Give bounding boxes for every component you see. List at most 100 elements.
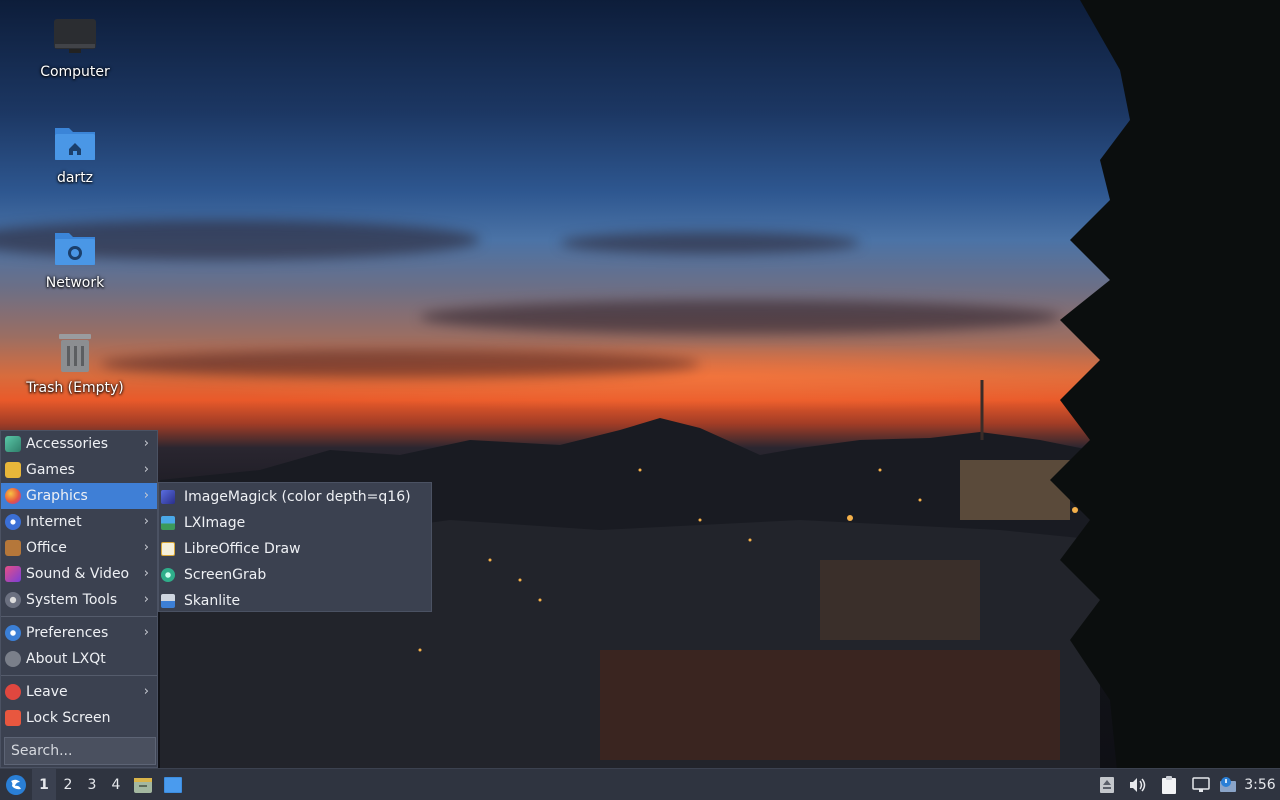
submenu-item-lximage[interactable]: LXImage [159,510,431,536]
chevron-right-icon: › [143,462,149,477]
chevron-right-icon: › [143,625,149,640]
lock-icon [5,710,21,726]
workspace-1-button[interactable]: 1 [32,768,56,800]
desktop-icon [164,776,182,793]
home-folder-icon [53,120,97,164]
menu-item-label: Lock Screen [26,710,111,726]
taskbar: 1 2 3 4 3:56 [0,768,1280,800]
workspace-label: 4 [111,776,121,793]
menu-separator [1,675,157,676]
submenu-item-screengrab[interactable]: ScreenGrab [159,562,431,588]
desktop-icon-label: Network [45,275,105,291]
desktop-icon-home[interactable]: dartz [15,120,135,186]
computer-icon [53,14,97,58]
submenu-item-skanlite[interactable]: Skanlite [159,588,431,614]
desktop-icon-label: Computer [40,64,110,80]
workspace-label: 3 [87,776,97,793]
menu-search-input[interactable]: Search... [4,737,156,765]
accessories-icon [5,436,21,452]
volume-icon [1130,778,1146,792]
clipboard-button[interactable] [1152,769,1186,800]
removable-media-icon [1100,777,1114,793]
menu-item-games[interactable]: Games › [1,457,157,483]
submenu-item-label: LibreOffice Draw [184,541,301,557]
menu-item-label: Accessories [26,436,109,452]
submenu-item-imagemagick[interactable]: ImageMagick (color depth=q16) [159,484,431,510]
workspace-3-button[interactable]: 3 [80,769,104,800]
menu-item-accessories[interactable]: Accessories › [1,431,157,457]
workspace-2-button[interactable]: 2 [56,769,80,800]
trash-icon [53,330,97,374]
menu-item-label: Graphics [26,488,88,504]
show-desktop-button[interactable] [158,769,188,800]
menu-item-internet[interactable]: Internet › [1,509,157,535]
menu-item-office[interactable]: Office › [1,535,157,561]
file-manager-launcher[interactable] [128,769,158,800]
chevron-right-icon: › [143,540,149,555]
lxqt-logo-icon [6,774,26,795]
clipboard-icon [1162,776,1176,794]
menu-item-label: Games [26,462,75,478]
clock[interactable]: 3:56 [1240,777,1280,793]
menu-item-label: Office [26,540,67,556]
menu-item-about-lxqt[interactable]: About LXQt [1,646,157,672]
submenu-item-label: ImageMagick (color depth=q16) [184,489,411,505]
menu-item-graphics[interactable]: Graphics › [1,483,157,509]
preferences-icon [5,625,21,641]
internet-icon [5,514,21,530]
libreoffice-draw-icon [161,542,175,556]
graphics-submenu: ImageMagick (color depth=q16) LXImage Li… [158,482,432,612]
menu-item-label: Preferences [26,625,109,641]
chevron-right-icon: › [143,684,149,699]
landscape-silhouette [160,0,1280,800]
desktop-wallpaper [0,0,1280,800]
display-button[interactable] [1186,769,1216,800]
desktop-icon-network[interactable]: Network [15,225,135,291]
workspace-label: 2 [63,776,73,793]
menu-item-label: Internet [26,514,82,530]
start-menu-button[interactable] [0,769,32,800]
submenu-item-label: Skanlite [184,593,241,609]
office-icon [5,540,21,556]
submenu-item-label: ScreenGrab [184,567,267,583]
notification-icon [1220,777,1236,792]
lximage-icon [161,516,175,530]
menu-separator [1,616,157,617]
chevron-right-icon: › [143,566,149,581]
menu-item-label: Sound & Video [26,566,130,582]
chevron-right-icon: › [143,514,149,529]
search-placeholder: Search... [11,743,73,759]
file-manager-icon [134,777,152,793]
info-icon [5,651,21,667]
menu-item-leave[interactable]: Leave › [1,679,157,705]
games-icon [5,462,21,478]
system-tools-icon [5,592,21,608]
power-icon [5,684,21,700]
submenu-item-libreoffice-draw[interactable]: LibreOffice Draw [159,536,431,562]
volume-button[interactable] [1122,769,1152,800]
menu-item-preferences[interactable]: Preferences › [1,620,157,646]
system-tray: 3:56 [1092,769,1280,800]
menu-item-sound-video[interactable]: Sound & Video › [1,561,157,587]
removable-media-button[interactable] [1092,769,1122,800]
desktop-icon-trash[interactable]: Trash (Empty) [15,330,135,396]
graphics-icon [5,488,21,504]
menu-item-label: Leave [26,684,68,700]
desktop-icon-computer[interactable]: Computer [15,14,135,80]
chevron-right-icon: › [143,592,149,607]
monitor-icon [1192,777,1210,792]
chevron-right-icon: › [143,488,149,503]
workspace-4-button[interactable]: 4 [104,769,128,800]
desktop-icon-label: dartz [56,170,94,186]
menu-item-label: System Tools [26,592,118,608]
menu-item-label: About LXQt [26,651,106,667]
menu-item-system-tools[interactable]: System Tools › [1,587,157,613]
screengrab-icon [161,568,175,582]
imagemagick-icon [161,490,175,504]
notifications-button[interactable] [1216,769,1240,800]
desktop-icon-label: Trash (Empty) [26,380,124,396]
skanlite-icon [161,594,175,608]
workspace-label: 1 [39,776,49,793]
menu-item-lock-screen[interactable]: Lock Screen [1,705,157,731]
chevron-right-icon: › [143,436,149,451]
